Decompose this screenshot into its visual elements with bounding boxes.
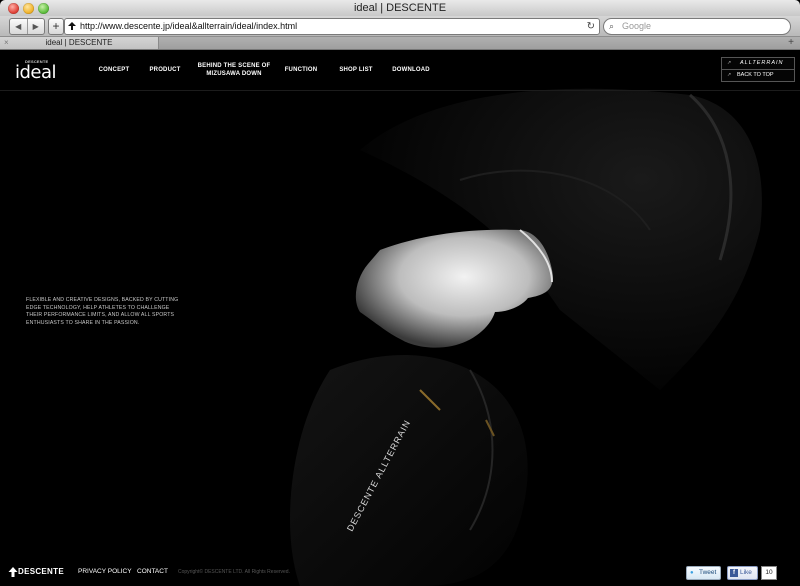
nav-shop-list[interactable]: SHOP LIST bbox=[326, 58, 386, 82]
nav-function[interactable]: FUNCTION bbox=[276, 58, 326, 82]
tweet-label: Tweet bbox=[699, 569, 717, 576]
site-footer: DESCENTE PRIVACY POLICY CONTACT Copyrigh… bbox=[0, 562, 800, 586]
url-text: http://www.descente.jp/ideal&allterrain/… bbox=[80, 21, 298, 31]
browser-toolbar: ◀ ▶ + http://www.descente.jp/ideal&allte… bbox=[0, 16, 800, 37]
search-placeholder: Google bbox=[622, 21, 652, 31]
address-bar[interactable]: http://www.descente.jp/ideal&allterrain/… bbox=[64, 18, 600, 35]
zoom-window-button[interactable] bbox=[38, 3, 49, 14]
nav-label: FUNCTION bbox=[284, 67, 318, 73]
like-count: 10 bbox=[761, 566, 777, 580]
close-window-button[interactable] bbox=[8, 3, 19, 14]
minimize-window-button[interactable] bbox=[23, 3, 34, 14]
descente-favicon-icon bbox=[68, 22, 76, 30]
twitter-bird-icon: ● bbox=[690, 570, 694, 576]
nav-label-line2: MIZUSAWA DOWN bbox=[206, 71, 262, 77]
tab-title: ideal | DESCENTE bbox=[45, 38, 113, 47]
nav-label: PRODUCT bbox=[149, 67, 181, 73]
main-nav: CONCEPT PRODUCT BEHIND THE SCENE OF MIZUS… bbox=[90, 58, 436, 82]
back-to-top-button[interactable]: ↗ BACK TO TOP bbox=[721, 69, 795, 82]
nav-concept[interactable]: CONCEPT bbox=[90, 58, 138, 82]
forward-button[interactable]: ▶ bbox=[28, 19, 45, 34]
new-tab-button[interactable]: + bbox=[788, 37, 794, 49]
window-title: ideal | DESCENTE bbox=[353, 2, 447, 14]
allterrain-label: ALLTERRAIN bbox=[740, 60, 784, 66]
privacy-policy-link[interactable]: PRIVACY POLICY bbox=[78, 566, 132, 578]
ideal-logo[interactable]: DESCENTE ideal bbox=[15, 58, 59, 83]
contact-link[interactable]: CONTACT bbox=[137, 566, 168, 578]
site-header: DESCENTE ideal CONCEPT PRODUCT BEHIND TH… bbox=[0, 50, 800, 91]
brand-tagline: FLEXIBLE AND CREATIVE DESIGNS, BACKED BY… bbox=[26, 297, 179, 326]
logo-text: ideal bbox=[15, 62, 57, 83]
search-icon: ⌕ bbox=[609, 21, 615, 31]
arrow-icon: ↗ bbox=[727, 72, 732, 78]
nav-product[interactable]: PRODUCT bbox=[138, 58, 192, 82]
add-bookmark-button[interactable]: + bbox=[48, 18, 64, 35]
active-tab[interactable]: × ideal | DESCENTE bbox=[0, 37, 159, 49]
back-forward-buttons: ◀ ▶ bbox=[9, 18, 45, 35]
tweet-button[interactable]: ● Tweet bbox=[686, 566, 721, 580]
nav-label: SHOP LIST bbox=[339, 67, 373, 73]
reload-icon[interactable]: ↻ bbox=[587, 19, 595, 34]
nav-label-line1: BEHIND THE SCENE OF bbox=[197, 63, 271, 69]
tab-bar: × ideal | DESCENTE + bbox=[0, 37, 800, 50]
like-label: Like bbox=[740, 569, 752, 576]
descente-logo-icon bbox=[8, 567, 18, 577]
title-bar: ideal | DESCENTE bbox=[0, 0, 800, 16]
copyright-text: Copyright© DESCENTE LTD. All Rights Rese… bbox=[178, 569, 290, 575]
back-to-top-label: BACK TO TOP bbox=[737, 72, 774, 78]
browser-window: ideal | DESCENTE ◀ ▶ + http://www.descen… bbox=[0, 0, 800, 586]
back-button[interactable]: ◀ bbox=[10, 19, 28, 34]
facebook-icon: f bbox=[730, 569, 738, 577]
nav-label: CONCEPT bbox=[98, 67, 130, 73]
nav-behind-the-scene[interactable]: BEHIND THE SCENE OF MIZUSAWA DOWN bbox=[192, 58, 276, 82]
nav-label: DOWNLOAD bbox=[392, 67, 430, 73]
tab-close-icon[interactable]: × bbox=[4, 37, 9, 49]
facebook-like-button[interactable]: f Like bbox=[727, 566, 758, 580]
web-page: DESCENTE ALLTERRAIN DESCENTE ideal CONCE… bbox=[0, 50, 800, 586]
search-field[interactable]: ⌕ Google bbox=[603, 18, 791, 35]
nav-download[interactable]: DOWNLOAD bbox=[386, 58, 436, 82]
arrow-icon: ↗ bbox=[727, 60, 732, 66]
footer-brand: DESCENTE bbox=[18, 567, 64, 576]
descente-footer-logo[interactable]: DESCENTE bbox=[8, 566, 68, 578]
